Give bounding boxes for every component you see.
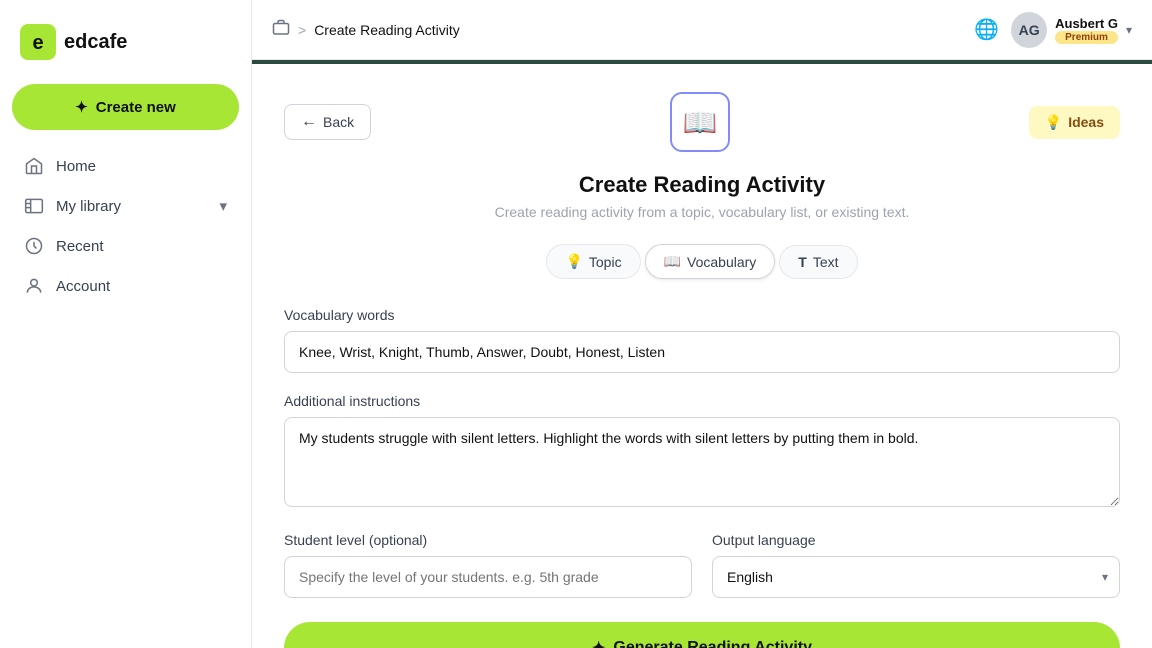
home-icon xyxy=(24,156,44,176)
ideas-bulb-icon: 💡 xyxy=(1045,114,1062,131)
tab-text[interactable]: T Text xyxy=(779,245,857,279)
vocab-field-group: Vocabulary words xyxy=(284,307,1120,373)
content-inner: ← Back 📖 💡 Ideas Create Reading Activity… xyxy=(252,60,1152,648)
home-breadcrumb-icon xyxy=(272,19,290,37)
language-select-wrap: English Spanish French German Portuguese… xyxy=(712,556,1120,598)
main-area: > Create Reading Activity 🌐 AG Ausbert G… xyxy=(252,0,1152,648)
edcafe-logo-icon: e xyxy=(20,24,56,60)
user-menu-chevron-icon: ▾ xyxy=(1126,23,1132,37)
additional-instructions-group: Additional instructions My students stru… xyxy=(284,393,1120,512)
vocab-label: Vocabulary words xyxy=(284,307,1120,323)
account-icon xyxy=(24,276,44,296)
content-area: ← Back 📖 💡 Ideas Create Reading Activity… xyxy=(252,60,1152,648)
recent-icon xyxy=(24,236,44,256)
sidebar-nav: Home My library ▾ Recent Account xyxy=(12,146,239,306)
language-icon[interactable]: 🌐 xyxy=(974,17,999,42)
logo-text: edcafe xyxy=(64,31,127,54)
tab-vocabulary[interactable]: 📖 Vocabulary xyxy=(645,244,776,279)
additional-instructions-textarea[interactable]: My students struggle with silent letters… xyxy=(284,417,1120,507)
activity-icon-box: 📖 xyxy=(670,92,730,152)
sidebar-recent-label: Recent xyxy=(56,238,227,255)
user-badge: Premium xyxy=(1055,31,1118,44)
text-icon: T xyxy=(798,254,807,270)
additional-label: Additional instructions xyxy=(284,393,1120,409)
language-select[interactable]: English Spanish French German Portuguese xyxy=(712,556,1120,598)
reading-activity-icon: 📖 xyxy=(683,106,718,139)
breadcrumb-current-page: Create Reading Activity xyxy=(314,22,460,38)
svg-text:e: e xyxy=(32,32,43,54)
sidebar-item-recent[interactable]: Recent xyxy=(12,226,239,266)
tab-topic-label: Topic xyxy=(589,254,622,270)
page-subtitle: Create reading activity from a topic, vo… xyxy=(284,204,1120,220)
topic-icon: 💡 xyxy=(565,253,582,270)
ideas-button[interactable]: 💡 Ideas xyxy=(1029,106,1120,139)
back-arrow-icon: ← xyxy=(301,113,317,131)
two-col-row: Student level (optional) Output language… xyxy=(284,532,1120,598)
page-header-row: ← Back 📖 💡 Ideas xyxy=(284,92,1120,152)
sidebar-item-account[interactable]: Account xyxy=(12,266,239,306)
breadcrumb: > Create Reading Activity xyxy=(272,19,460,40)
generate-button[interactable]: ✦ Generate Reading Activity xyxy=(284,622,1120,648)
logo-area: e edcafe xyxy=(12,16,239,76)
create-new-button[interactable]: ✦ Create new xyxy=(12,84,239,130)
tab-topic[interactable]: 💡 Topic xyxy=(546,244,640,279)
back-button[interactable]: ← Back xyxy=(284,104,371,140)
breadcrumb-home[interactable] xyxy=(272,19,290,40)
ideas-label: Ideas xyxy=(1068,114,1104,130)
vocabulary-icon: 📖 xyxy=(664,253,681,270)
tab-text-label: Text xyxy=(813,254,839,270)
user-info: Ausbert G Premium xyxy=(1055,16,1118,44)
library-chevron-icon: ▾ xyxy=(219,197,227,215)
tabs-row: 💡 Topic 📖 Vocabulary T Text xyxy=(284,244,1120,279)
student-level-group: Student level (optional) xyxy=(284,532,692,598)
avatar: AG xyxy=(1011,12,1047,48)
page-title: Create Reading Activity xyxy=(284,172,1120,198)
generate-sparkle-icon: ✦ xyxy=(592,638,605,648)
back-label: Back xyxy=(323,114,354,130)
output-language-label: Output language xyxy=(712,532,1120,548)
page-title-section: Create Reading Activity Create reading a… xyxy=(284,172,1120,220)
topbar: > Create Reading Activity 🌐 AG Ausbert G… xyxy=(252,0,1152,60)
student-level-input[interactable] xyxy=(284,556,692,598)
sidebar-item-my-library[interactable]: My library ▾ xyxy=(12,186,239,226)
sidebar-home-label: Home xyxy=(56,158,227,175)
create-new-label: Create new xyxy=(96,99,176,116)
sidebar: e edcafe ✦ Create new Home My library ▾ … xyxy=(0,0,252,648)
student-level-label: Student level (optional) xyxy=(284,532,692,548)
breadcrumb-separator: > xyxy=(298,22,306,38)
generate-label: Generate Reading Activity xyxy=(613,639,812,648)
sidebar-account-label: Account xyxy=(56,278,227,295)
user-menu[interactable]: AG Ausbert G Premium ▾ xyxy=(1011,12,1132,48)
sparkle-icon: ✦ xyxy=(75,98,88,116)
user-name: Ausbert G xyxy=(1055,16,1118,31)
tab-vocabulary-label: Vocabulary xyxy=(687,254,756,270)
library-icon xyxy=(24,196,44,216)
sidebar-library-label: My library xyxy=(56,198,207,215)
topbar-right: 🌐 AG Ausbert G Premium ▾ xyxy=(974,12,1132,48)
vocab-input[interactable] xyxy=(284,331,1120,373)
output-language-group: Output language English Spanish French G… xyxy=(712,532,1120,598)
sidebar-item-home[interactable]: Home xyxy=(12,146,239,186)
